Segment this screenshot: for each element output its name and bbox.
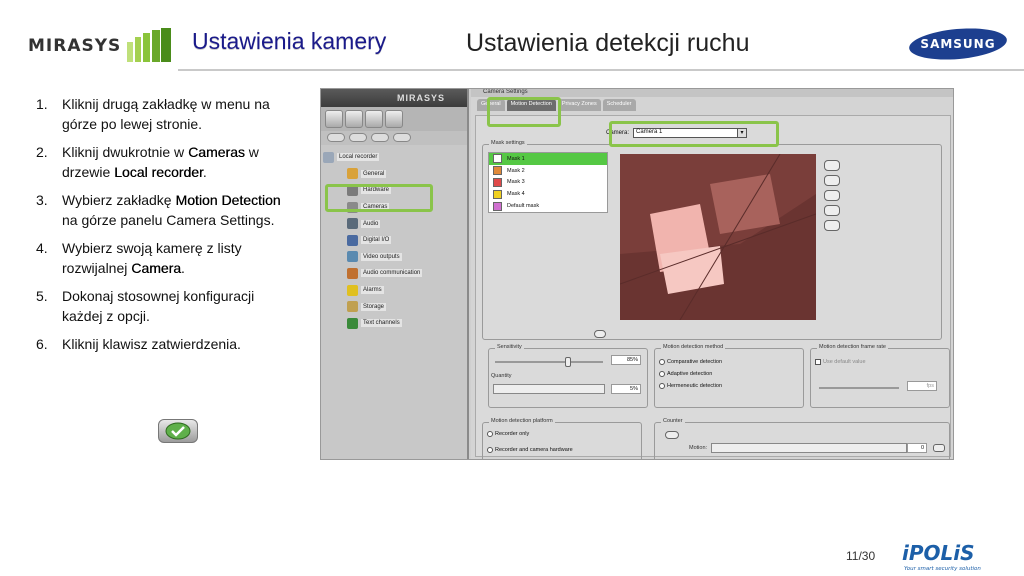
svg-text:SAMSUNG: SAMSUNG [920,37,995,51]
step-5: 5. Dokonaj stosownej konfiguracji każdej … [36,288,255,324]
slider-handle[interactable] [565,357,571,367]
frame-rate-slider[interactable] [819,387,899,389]
general-icon [347,168,358,180]
tree-item-local-recorder[interactable]: Local recorder [323,149,422,166]
tree-item-audio-communication[interactable]: Audio communication [323,265,423,282]
alarm-icon [347,284,358,296]
reset-counter-button[interactable] [665,431,679,439]
checkmark-icon [165,422,191,440]
mask-item[interactable]: Mask 2 [489,165,607,177]
page-title: Ustawienia kamery [192,28,387,54]
platform-recorder-camera-radio[interactable]: Recorder and camera hardware [487,447,573,453]
method-hermeneutic-radio[interactable]: Hermeneutic detection [659,383,722,389]
mask-list: Mask 1 Mask 2 Mask 3 Mask 4 Default mask [488,152,608,213]
clear-tool-button[interactable] [824,220,840,231]
mask-item[interactable]: Default mask [489,200,607,212]
samsung-logo: SAMSUNG [909,28,1007,60]
mirasys-wordmark: MIRASYS [28,36,122,56]
step-2: 2. Kliknij dwukrotnie w Cameras w drzewie… [36,144,259,180]
tree-item-digital-io[interactable]: Digital I/O [323,232,422,249]
instruction-list: 1. Kliknij drugą zakładkę w menu na górze… [36,94,282,362]
tree-item-storage[interactable]: Storage [323,298,422,315]
text-channel-icon [347,317,358,329]
scroll-down-button[interactable] [594,330,606,338]
nav-up-button[interactable] [371,133,389,142]
menu-tab-monitor-icon[interactable] [325,110,343,128]
motion-value: 0 [907,443,927,453]
storage-icon [347,301,358,313]
erase-tool-button[interactable] [824,190,840,201]
invert-tool-button[interactable] [824,205,840,216]
nav-back-button[interactable] [327,133,345,142]
step-3: 3. Wybierz zakładkę Motion Detection na g… [36,192,281,228]
confirm-button[interactable] [158,419,198,443]
detection-method-group: Motion detection method Comparative dete… [654,344,804,408]
counter-group: Counter Motion: 0 [654,418,950,459]
audio-communication-icon [347,267,358,279]
tree-item-video-outputs[interactable]: Video outputs [323,249,422,266]
tree-item-general[interactable]: General [323,166,422,183]
method-comparative-radio[interactable]: Comparative detection [659,359,722,365]
fill-tool-button[interactable] [824,175,840,186]
frame-rate-group: Motion detection frame rate Use default … [810,344,950,408]
svg-text:Your smart security solution: Your smart security solution [904,566,981,572]
settings-nav-pane: MIRASYS Local recorder General Hardware … [321,89,469,459]
mask-item[interactable]: Mask 4 [489,188,607,200]
app-brand: MIRASYS [396,93,445,103]
top-menu-tabs [321,107,467,131]
mask-item[interactable]: Mask 1 [489,153,607,165]
menu-tab-settings-icon[interactable] [345,110,363,128]
nav-forward-button[interactable] [349,133,367,142]
mirasys-logo: MIRASYS [28,26,173,66]
page-number: 11/30 [846,549,876,563]
mask-tool-buttons [822,156,856,235]
highlight-cameras [325,184,433,212]
sensitivity-group: Sensitivity 85% Quantity 5% [488,344,648,408]
digital-io-icon [347,234,358,246]
nav-home-button[interactable] [393,133,411,142]
ipolis-logo: iPOLiS Your smart security solution [902,541,981,572]
header-divider [178,69,1024,71]
device-tree: Local recorder General Hardware Cameras … [323,149,423,332]
video-output-icon [347,251,358,263]
app-screenshot: MIRASYS Local recorder General Hardware … [320,88,954,460]
audio-icon [347,218,358,230]
sensitivity-value[interactable]: 85% [611,355,641,365]
step-4: 4. Wybierz swoją kamerę z listy rozwijaln… [36,240,242,276]
mask-item[interactable]: Mask 3 [489,177,607,189]
sensitivity-slider[interactable] [495,357,603,367]
svg-text:iPOLiS: iPOLiS [902,541,975,565]
menu-tab-tools-icon[interactable] [385,110,403,128]
fps-value[interactable]: fps [907,381,937,391]
quantity-value[interactable]: 5% [611,384,641,394]
page-subtitle: Ustawienia detekcji ruchu [466,29,750,57]
tab-content: Camera: Camera 1 ▾ Mask settings Mask 1 … [475,115,951,459]
method-adaptive-radio[interactable]: Adaptive detection [659,371,722,377]
tree-item-audio[interactable]: Audio [323,215,422,232]
camera-preview-image[interactable] [620,154,816,320]
quantity-slider[interactable] [493,384,605,394]
highlight-camera-dropdown [609,121,779,147]
counter-options-button[interactable] [933,444,945,452]
menu-tab-info-icon[interactable] [365,110,383,128]
highlight-motion-tab [487,97,561,127]
step-6: 6. Kliknij klawisz zatwierdzenia. [36,336,241,352]
draw-tool-button[interactable] [824,160,840,171]
tab-privacy-zones[interactable]: Privacy Zones [557,99,601,111]
step-1: 1. Kliknij drugą zakładkę w menu na górze… [36,96,270,132]
recorder-icon [323,151,334,163]
detection-platform-group: Motion detection platform Recorder only … [482,418,642,459]
tree-item-alarms[interactable]: Alarms [323,282,422,299]
app-header-bar: MIRASYS [321,89,467,107]
use-default-checkbox[interactable]: Use default value [815,359,866,365]
tab-scheduler[interactable]: Scheduler [602,99,636,111]
nav-buttons [321,131,467,145]
motion-meter [711,443,907,453]
platform-recorder-only-radio[interactable]: Recorder only [487,431,573,437]
tree-item-text-channels[interactable]: Text channels [323,315,422,332]
panel-title: Camera Settings [471,89,953,97]
mirasys-mark-icon [127,28,172,62]
